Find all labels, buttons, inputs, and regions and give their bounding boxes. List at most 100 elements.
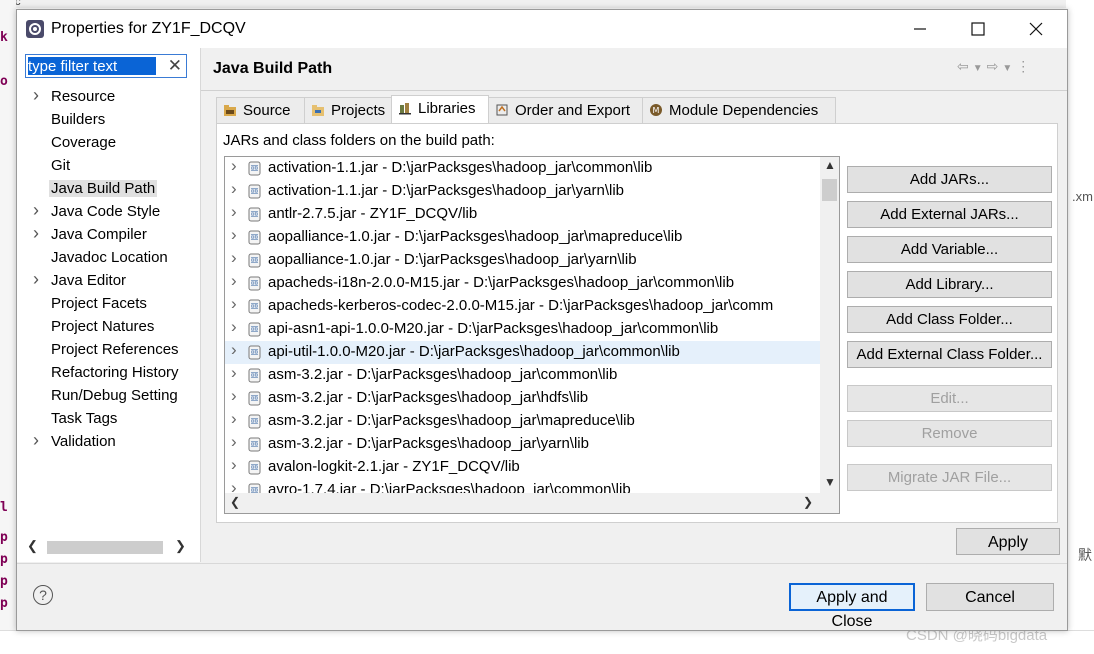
apply-and-close-button[interactable]: Apply and Close xyxy=(789,583,915,630)
close-button[interactable] xyxy=(1007,10,1065,48)
chevron-right-icon[interactable]: › xyxy=(231,386,237,406)
tree-item-label: Git xyxy=(51,157,71,174)
forward-menu-icon[interactable]: ▼ xyxy=(1002,63,1016,74)
jar-list-horizontal-scrollbar[interactable]: ❮ ❯ xyxy=(225,493,820,513)
tree-item[interactable]: Refactoring History xyxy=(17,362,200,385)
tree-item[interactable]: › Java Code Style xyxy=(17,200,200,224)
chevron-right-icon[interactable]: › xyxy=(231,271,237,291)
tree-item[interactable]: Git xyxy=(17,155,200,178)
vertical-scroll-thumb[interactable] xyxy=(822,179,837,201)
chevron-right-icon[interactable]: › xyxy=(231,202,237,222)
help-icon[interactable]: ? xyxy=(33,585,53,605)
chevron-right-icon[interactable]: › xyxy=(33,269,39,290)
jar-row[interactable]: › 010 apacheds-i18n-2.0.0-M15.jar - D:\jar… xyxy=(225,271,821,295)
jar-row[interactable]: › 010 asm-3.2.jar - D:\jarPacksges\hadoop_… xyxy=(225,386,821,410)
tree-item[interactable]: › Java Editor xyxy=(17,269,200,293)
jar-row[interactable]: › 010 antlr-2.7.5.jar - ZY1F_DCQV/lib xyxy=(225,202,821,226)
scroll-up-icon[interactable]: ▲ xyxy=(824,158,836,172)
forward-icon[interactable]: ⇨ xyxy=(987,58,1003,74)
chevron-right-icon[interactable]: › xyxy=(33,223,39,244)
jar-row[interactable]: › 010 aopalliance-1.0.jar - D:\jarPacksges… xyxy=(225,225,821,249)
svg-text:010: 010 xyxy=(250,212,260,218)
tree-item[interactable]: Task Tags xyxy=(17,408,200,431)
jar-list-vertical-scrollbar[interactable]: ▲ ▼ xyxy=(820,157,839,493)
cancel-button[interactable]: Cancel xyxy=(926,583,1054,611)
tab-projects[interactable]: Projects xyxy=(304,97,392,123)
remove-button[interactable]: Remove xyxy=(847,420,1052,447)
add-class-folder-button[interactable]: Add Class Folder... xyxy=(847,306,1052,333)
edit-button[interactable]: Edit... xyxy=(847,385,1052,412)
chevron-right-icon[interactable]: › xyxy=(33,85,39,106)
minimize-button[interactable] xyxy=(891,10,949,48)
tree-item[interactable]: Run/Debug Setting xyxy=(17,385,200,408)
view-menu-icon[interactable]: ⋮ xyxy=(1016,58,1034,74)
tree-scroll-thumb[interactable] xyxy=(47,541,163,554)
scroll-right-icon[interactable]: ❯ xyxy=(175,538,186,554)
add-external-jars-button[interactable]: Add External JARs... xyxy=(847,201,1052,228)
chevron-right-icon[interactable]: › xyxy=(231,317,237,337)
history-navigation[interactable]: ⇦▼⇨▼⋮ xyxy=(957,58,1034,75)
add-library-button[interactable]: Add Library... xyxy=(847,271,1052,298)
jar-list[interactable]: › 010 activation-1.1.jar - D:\jarPacksges\… xyxy=(224,156,840,514)
jar-row[interactable]: › 010 asm-3.2.jar - D:\jarPacksges\hadoop_… xyxy=(225,409,821,433)
scrollbar-corner xyxy=(820,493,839,513)
tree-item[interactable]: Project Natures xyxy=(17,316,200,339)
chevron-right-icon[interactable]: › xyxy=(231,225,237,245)
tree-item[interactable]: Project Facets xyxy=(17,293,200,316)
tree-item[interactable]: Java Build Path xyxy=(17,178,200,201)
scroll-left-icon[interactable]: ❮ xyxy=(230,495,240,509)
tree-item[interactable]: › Java Compiler xyxy=(17,223,200,247)
tree-item[interactable]: Javadoc Location xyxy=(17,247,200,270)
scroll-left-icon[interactable]: ❮ xyxy=(27,538,38,554)
tree-item[interactable]: Coverage xyxy=(17,132,200,155)
title-bar[interactable]: Properties for ZY1F_DCQV xyxy=(17,10,1067,48)
tab-module-dependencies[interactable]: M Module Dependencies xyxy=(642,97,836,123)
maximize-button[interactable] xyxy=(949,10,1007,48)
tab-order-and-export[interactable]: Order and Export xyxy=(488,97,643,123)
tree-item-label: Java Compiler xyxy=(51,226,147,243)
scroll-right-icon[interactable]: ❯ xyxy=(803,495,813,509)
jar-row[interactable]: › 010 activation-1.1.jar - D:\jarPacksges\… xyxy=(225,179,821,203)
migrate-jar-button[interactable]: Migrate JAR File... xyxy=(847,464,1052,491)
back-menu-icon[interactable]: ▼ xyxy=(973,63,987,74)
chevron-right-icon[interactable]: › xyxy=(231,340,237,360)
clear-filter-icon[interactable]: ✕ xyxy=(168,56,182,76)
tree-item[interactable]: › Resource xyxy=(17,85,200,109)
jar-row[interactable]: › 010 apacheds-kerberos-codec-2.0.0-M15.ja… xyxy=(225,294,821,318)
jar-row[interactable]: › 010 api-util-1.0.0-M20.jar - D:\jarPacks… xyxy=(225,340,821,364)
jar-row[interactable]: › 010 aopalliance-1.0.jar - D:\jarPacksges… xyxy=(225,248,821,272)
tree-item[interactable]: Builders xyxy=(17,109,200,132)
tab-libraries[interactable]: Libraries xyxy=(391,95,489,123)
tree-item-label: Javadoc Location xyxy=(51,249,168,266)
chevron-right-icon[interactable]: › xyxy=(33,200,39,221)
back-icon[interactable]: ⇦ xyxy=(957,58,973,74)
tree-item-label: Java Code Style xyxy=(51,203,161,220)
filter-input[interactable] xyxy=(28,57,156,75)
tree-horizontal-scrollbar[interactable]: ❮ ❯ xyxy=(25,538,190,556)
add-variable-button[interactable]: Add Variable... xyxy=(847,236,1052,263)
jar-label: api-util-1.0.0-M20.jar - D:\jarPacksges\… xyxy=(268,343,680,360)
chevron-right-icon[interactable]: › xyxy=(231,363,237,383)
scroll-down-icon[interactable]: ▼ xyxy=(824,475,836,489)
chevron-right-icon[interactable]: › xyxy=(231,179,237,199)
chevron-right-icon[interactable]: › xyxy=(231,455,237,475)
jar-row[interactable]: › 010 api-asn1-api-1.0.0-M20.jar - D:\jarP… xyxy=(225,317,821,341)
jar-file-icon: 010 xyxy=(248,184,261,199)
tab-source[interactable]: Source xyxy=(216,97,305,123)
filter-box[interactable]: ✕ xyxy=(25,54,187,78)
chevron-right-icon[interactable]: › xyxy=(231,294,237,314)
chevron-right-icon[interactable]: › xyxy=(231,248,237,268)
jar-row[interactable]: › 010 asm-3.2.jar - D:\jarPacksges\hadoop_… xyxy=(225,363,821,387)
apply-button[interactable]: Apply xyxy=(956,528,1060,555)
chevron-right-icon[interactable]: › xyxy=(33,430,39,451)
chevron-right-icon[interactable]: › xyxy=(231,157,237,176)
chevron-right-icon[interactable]: › xyxy=(231,409,237,429)
jar-row[interactable]: › 010 asm-3.2.jar - D:\jarPacksges\hadoop_… xyxy=(225,432,821,456)
jar-row[interactable]: › 010 activation-1.1.jar - D:\jarPacksges\… xyxy=(225,157,821,180)
tree-item[interactable]: › Validation xyxy=(17,430,200,454)
jar-row[interactable]: › 010 avalon-logkit-2.1.jar - ZY1F_DCQV/li… xyxy=(225,455,821,479)
add-jars-button[interactable]: Add JARs... xyxy=(847,166,1052,193)
add-external-class-folder-button[interactable]: Add External Class Folder... xyxy=(847,341,1052,368)
chevron-right-icon[interactable]: › xyxy=(231,432,237,452)
tree-item[interactable]: Project References xyxy=(17,339,200,362)
